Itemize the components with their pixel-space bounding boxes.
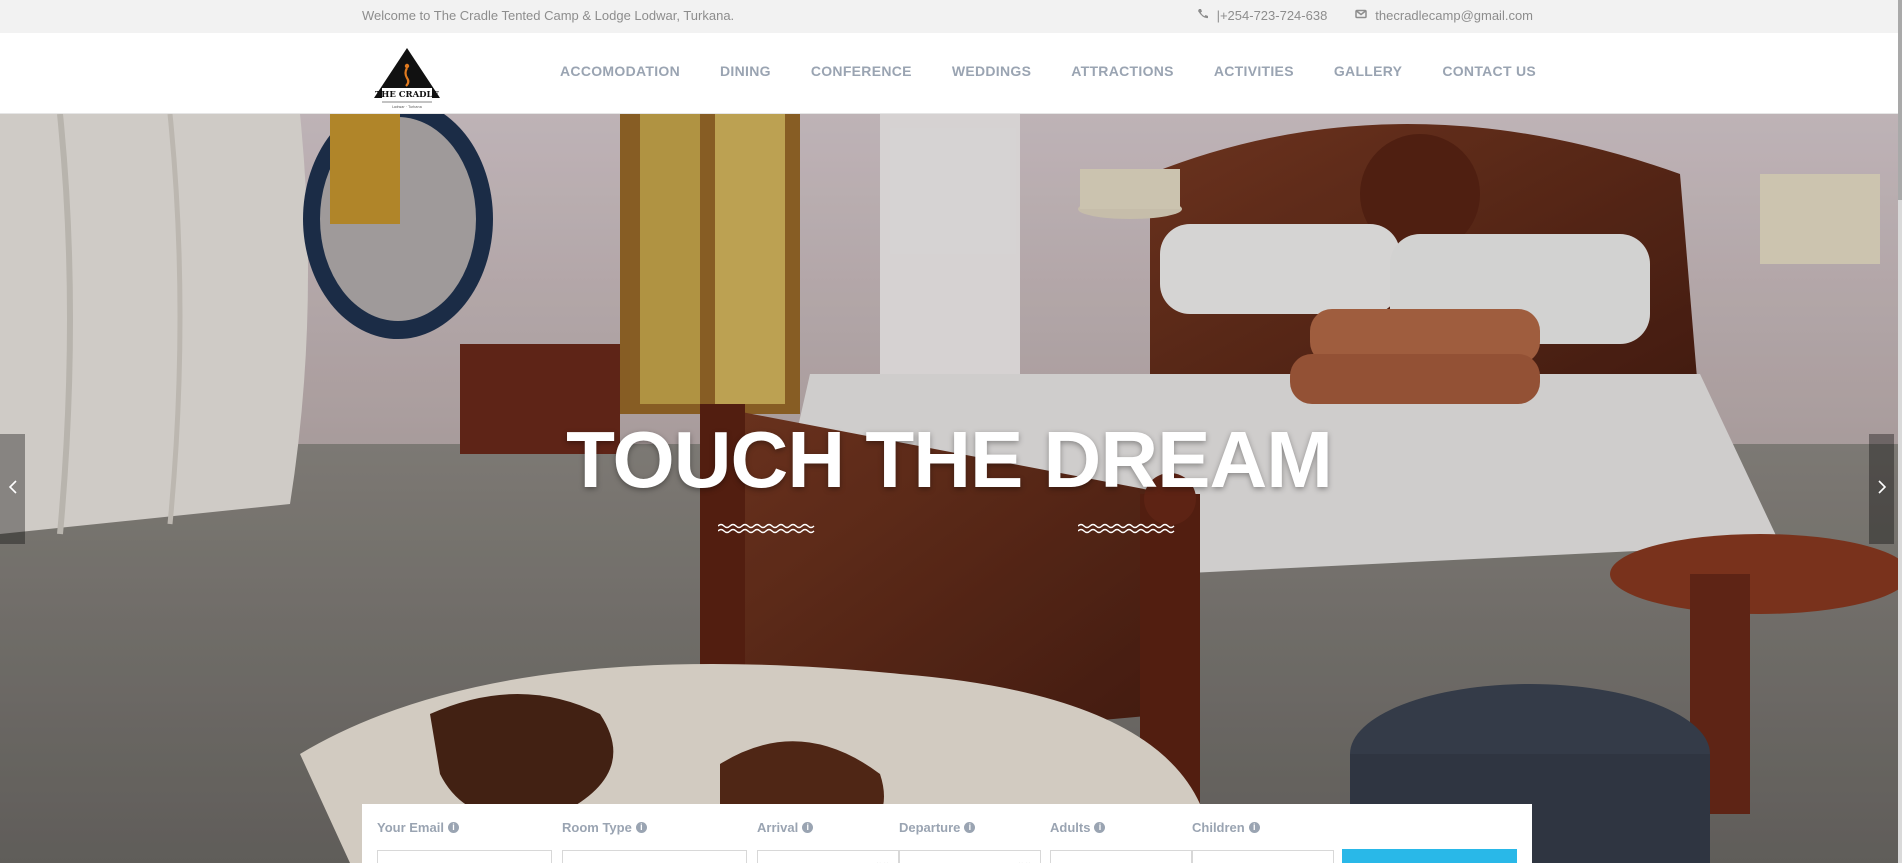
email-label: Your Email i	[377, 820, 459, 835]
info-circle-icon: i	[635, 822, 647, 833]
children-label: Children i	[1192, 820, 1260, 835]
departure-label: Departure i	[899, 820, 976, 835]
booking-form: Your Email i Room Type i Arrival i ⌄⌄ Depar…	[362, 804, 1532, 863]
email-field-group: Your Email i	[377, 820, 552, 863]
adults-field-group: Adults i	[1050, 820, 1192, 863]
departure-field-group: Departure i ⌄⌄	[899, 820, 1041, 863]
room-type-select[interactable]	[562, 850, 747, 863]
phone-icon	[1197, 8, 1209, 23]
children-field-group: Children i	[1192, 820, 1334, 863]
phone-contact[interactable]: |+254-723-724-638	[1197, 8, 1328, 23]
welcome-text: Welcome to The Cradle Tented Camp & Lodg…	[362, 8, 735, 23]
chevron-right-icon	[1877, 479, 1887, 500]
nav-item-contact-us[interactable]: CONTACT US	[1422, 63, 1556, 79]
contact-info: |+254-723-724-638 thecradlecamp@gmail.co…	[1197, 8, 1533, 23]
slider-prev-button[interactable]	[0, 434, 25, 544]
chevron-down-icon: ⌄⌄	[874, 857, 890, 863]
headline-wave-right-ornament	[1078, 523, 1175, 534]
headline-wave-left-ornament	[718, 523, 815, 534]
info-circle-icon: i	[1248, 822, 1260, 833]
hero-slider: TOUCH THE DREAM	[0, 114, 1898, 863]
top-info-bar: Welcome to The Cradle Tented Camp & Lodg…	[0, 0, 1902, 33]
room-type-field-group: Room Type i	[562, 820, 747, 863]
envelope-icon	[1355, 8, 1368, 23]
info-circle-icon: i	[1094, 822, 1106, 833]
nav-item-activities[interactable]: ACTIVITIES	[1194, 63, 1314, 79]
chevron-left-icon	[8, 479, 18, 500]
nav-item-conference[interactable]: CONFERENCE	[791, 63, 932, 79]
arrival-field-group: Arrival i ⌄⌄	[757, 820, 899, 863]
email-field[interactable]	[377, 850, 552, 863]
arrival-date-input[interactable]: ⌄⌄	[757, 850, 899, 863]
arrival-label: Arrival i	[757, 820, 814, 835]
room-type-label: Room Type i	[562, 820, 647, 835]
departure-date-input[interactable]: ⌄⌄	[899, 850, 1041, 863]
site-logo[interactable]: THE CRADLE Lodwar · Turkana	[368, 46, 446, 110]
email-contact[interactable]: thecradlecamp@gmail.com	[1355, 8, 1533, 23]
chevron-down-icon: ⌄⌄	[1016, 857, 1032, 863]
email-address: thecradlecamp@gmail.com	[1375, 8, 1533, 23]
nav-item-weddings[interactable]: WEDDINGS	[932, 63, 1051, 79]
svg-text:THE CRADLE: THE CRADLE	[375, 90, 440, 100]
nav-item-attractions[interactable]: ATTRACTIONS	[1051, 63, 1194, 79]
main-navigation: ACCOMODATION DINING CONFERENCE WEDDINGS …	[540, 63, 1556, 79]
children-select[interactable]	[1192, 850, 1334, 863]
page-scrollbar[interactable]	[1898, 0, 1902, 863]
info-circle-icon: i	[802, 822, 814, 833]
adults-select[interactable]	[1050, 850, 1192, 863]
main-header: THE CRADLE Lodwar · Turkana ACCOMODATION…	[0, 33, 1902, 114]
slider-next-button[interactable]	[1869, 434, 1894, 544]
nav-item-gallery[interactable]: GALLERY	[1314, 63, 1422, 79]
adults-label: Adults i	[1050, 820, 1106, 835]
hero-headline: TOUCH THE DREAM	[566, 415, 1333, 504]
nav-item-dining[interactable]: DINING	[700, 63, 791, 79]
book-now-button[interactable]	[1342, 849, 1517, 863]
phone-number: |+254-723-724-638	[1216, 8, 1328, 23]
info-circle-icon: i	[964, 822, 976, 833]
info-circle-icon: i	[447, 822, 459, 833]
svg-text:Lodwar · Turkana: Lodwar · Turkana	[392, 105, 422, 109]
nav-item-accomodation[interactable]: ACCOMODATION	[540, 63, 700, 79]
scrollbar-thumb[interactable]	[1898, 0, 1902, 200]
